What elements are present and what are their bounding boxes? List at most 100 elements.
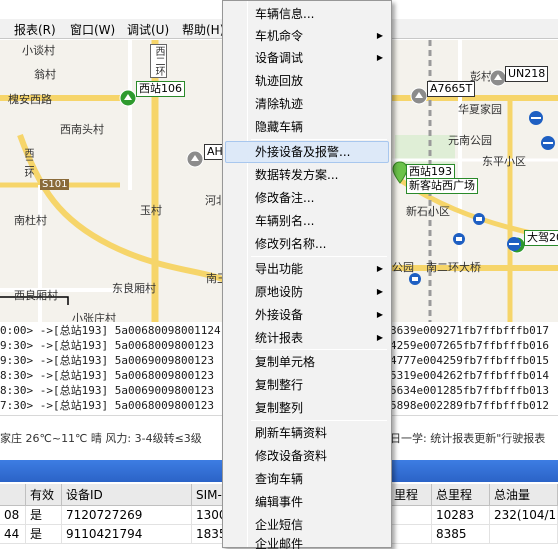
table-cell[interactable]: 是 — [26, 525, 62, 544]
menu-window[interactable]: 窗口(W) — [70, 21, 115, 38]
no-entry-icon — [507, 237, 521, 251]
map-label: 南二环大桥 — [426, 261, 481, 274]
menu-item-device-debug[interactable]: 设备调试 ▶ — [225, 47, 389, 69]
menu-item-label: 导出功能 — [255, 262, 304, 276]
vehicle-plate-label[interactable]: 西站106 — [136, 81, 185, 97]
map-label: 小谈村 — [22, 44, 55, 57]
menu-item-copy-column[interactable]: 复制整列 — [225, 397, 389, 419]
log-line: 7:30> ->[总站193] 5a0068009800123 — [0, 399, 215, 412]
column-header[interactable]: 设备ID — [62, 484, 192, 506]
vehicle-plate-label[interactable]: 大驾20 — [524, 230, 558, 246]
menu-item-refresh-vehicles[interactable]: 刷新车辆资料 — [225, 422, 389, 444]
menu-item-hide-vehicle[interactable]: 隐藏车辆 — [225, 116, 389, 138]
menu-item-edit-event[interactable]: 编辑事件 — [225, 491, 389, 513]
vehicle-plate-label[interactable]: A7665T — [427, 81, 476, 97]
menu-item-terminal-commands[interactable]: 车机命令 ▶ — [225, 25, 389, 47]
menu-separator — [251, 420, 387, 421]
vehicle-arrow-icon[interactable] — [410, 87, 428, 105]
table-cell[interactable]: 1835 — [192, 525, 224, 544]
menu-item-vehicle-alias[interactable]: 车辆别名... — [225, 210, 389, 232]
map-label: 小张庄村 — [72, 312, 116, 322]
table-cell[interactable]: 44 — [0, 525, 26, 544]
column-header[interactable]: 里程 — [390, 484, 432, 506]
menu-item-arm-in-place[interactable]: 原地设防 ▶ — [225, 281, 389, 303]
menu-item-edit-note[interactable]: 修改备注... — [225, 187, 389, 209]
no-entry-icon — [529, 111, 543, 125]
table-cell[interactable] — [490, 525, 558, 544]
menu-item-copy-cell[interactable]: 复制单元格 — [225, 351, 389, 373]
column-header[interactable] — [0, 484, 26, 506]
menu-item-label: 复制整行 — [255, 378, 304, 392]
menu-item-label: 修改设备资料 — [255, 449, 328, 463]
table-cell[interactable]: 08 — [0, 506, 26, 525]
menu-item-enterprise-mail[interactable]: 企业邮件 — [225, 537, 389, 549]
column-header[interactable]: 总油量 — [490, 484, 558, 506]
menu-item-vehicle-info[interactable]: 车辆信息... — [225, 3, 389, 25]
column-header[interactable]: 总里程 — [432, 484, 490, 506]
menu-item-label: 车辆别名... — [255, 214, 315, 228]
map-label: 西南头村 — [60, 123, 104, 136]
vehicle-plate-label[interactable]: UN218 — [505, 66, 549, 82]
menu-item-data-forward[interactable]: 数据转发方案... — [225, 164, 389, 186]
menu-item-query-vehicle[interactable]: 查询车辆 — [225, 468, 389, 490]
table-cell[interactable] — [390, 506, 432, 525]
column-header[interactable]: SIM- — [192, 484, 224, 506]
vehicle-arrow-icon[interactable] — [186, 150, 204, 168]
table-cell[interactable]: 232(104/15 — [490, 506, 558, 525]
map-label: 东良厢村 — [112, 282, 156, 295]
menu-item-label: 企业邮件 — [255, 537, 304, 549]
table-cell[interactable]: 10283 — [432, 506, 490, 525]
menu-item-external-device-alarm[interactable]: 外接设备及报警... — [225, 141, 389, 163]
menu-help[interactable]: 帮助(H) — [182, 21, 224, 38]
table-cell[interactable]: 9110421794 — [62, 525, 192, 544]
menu-item-label: 修改列名称... — [255, 237, 327, 251]
map-label: 西二环 — [22, 148, 33, 178]
menu-debug[interactable]: 调试(U) — [127, 21, 169, 38]
menu-item-clear-track[interactable]: 清除轨迹 — [225, 93, 389, 115]
menu-item-label: 车辆信息... — [255, 7, 315, 21]
menu-item-label: 车机命令 — [255, 29, 304, 43]
log-line-tail: 4777e004259fb7ffbfffb015 — [390, 354, 549, 367]
menu-item-label: 刷新车辆资料 — [255, 426, 328, 440]
menu-item-copy-row[interactable]: 复制整行 — [225, 374, 389, 396]
bus-stop-icon — [409, 273, 421, 285]
menu-item-label: 清除轨迹 — [255, 97, 304, 111]
vehicle-arrow-icon[interactable] — [119, 89, 137, 107]
menu-item-track-playback[interactable]: 轨迹回放 — [225, 70, 389, 92]
column-header[interactable]: 有效 — [26, 484, 62, 506]
log-line-tail: 3639e009271fb7ffbfffb017 — [390, 324, 549, 337]
menu-item-export[interactable]: 导出功能 ▶ — [225, 258, 389, 280]
menu-item-label: 复制单元格 — [255, 355, 316, 369]
menu-item-label: 外接设备及报警... — [255, 145, 351, 159]
submenu-arrow-icon: ▶ — [376, 264, 383, 273]
menu-item-statistics-report[interactable]: 统计报表 ▶ — [225, 327, 389, 349]
table-cell[interactable] — [390, 525, 432, 544]
map-label: 南杜村 — [14, 214, 47, 227]
table-cell[interactable]: 8385 — [432, 525, 490, 544]
map-label: 槐安西路 — [8, 93, 52, 106]
table-cell[interactable]: 7120727269 — [62, 506, 192, 525]
table-cell[interactable]: 是 — [26, 506, 62, 525]
menu-item-edit-device[interactable]: 修改设备资料 — [225, 445, 389, 467]
menu-item-label: 复制整列 — [255, 401, 304, 415]
map-label: 华夏家园 — [458, 103, 502, 116]
menu-item-external-device[interactable]: 外接设备 ▶ — [225, 304, 389, 326]
log-line: 9:30> ->[总站193] 5a0069009800123 — [0, 354, 215, 367]
submenu-arrow-icon: ▶ — [376, 53, 383, 62]
menu-item-label: 原地设防 — [255, 285, 304, 299]
log-line-tail: 5898e002289fb7ffbfffb012 — [390, 399, 549, 412]
submenu-arrow-icon: ▶ — [376, 333, 383, 342]
map-label: 翁村 — [34, 68, 56, 81]
highway-shield: S101 — [40, 179, 70, 190]
menu-separator — [251, 349, 387, 350]
table-cell[interactable]: 1300 — [192, 506, 224, 525]
menu-item-enterprise-sms[interactable]: 企业短信 — [225, 514, 389, 536]
no-entry-icon — [541, 136, 555, 150]
menu-report[interactable]: 报表(R) — [14, 21, 56, 38]
map-label: 新石小区 — [406, 205, 450, 218]
menu-item-label: 查询车辆 — [255, 472, 304, 486]
map-label: 东平小区 — [482, 155, 526, 168]
menu-separator — [251, 256, 387, 257]
menu-item-label: 设备调试 — [255, 51, 304, 65]
menu-item-rename-column[interactable]: 修改列名称... — [225, 233, 389, 255]
